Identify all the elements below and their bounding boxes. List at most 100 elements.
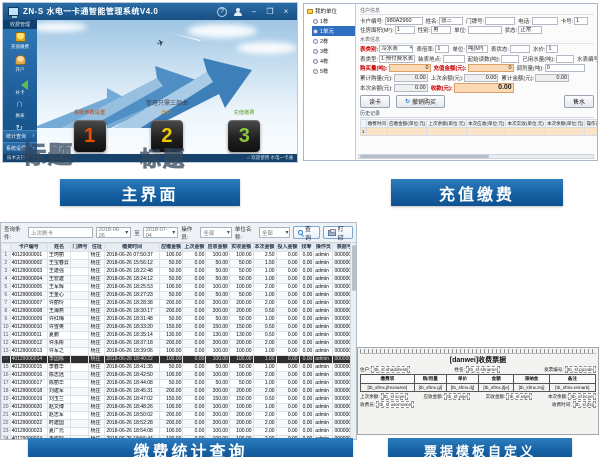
field-input[interactable] <box>485 17 515 25</box>
user-icon[interactable] <box>233 7 243 17</box>
date-to-picker[interactable]: 2018-07-04 <box>143 227 179 238</box>
stats-row[interactable]: 740129000007许丽玲杨庄2018-06-26 18:28:38200.… <box>2 300 356 308</box>
field-input[interactable]: 0 <box>389 64 431 72</box>
sell-water-button[interactable]: 售水 <box>564 95 594 108</box>
stats-row[interactable]: 2140129000021赵志军杨庄2018-06-26 18:50:02200… <box>2 412 356 420</box>
field-input[interactable]: 正常 <box>518 26 542 34</box>
receipt-code-cell[interactable]: [tb_sfmx.remark] <box>549 384 595 392</box>
query-button[interactable]: 查询 <box>293 226 320 239</box>
stats-row[interactable]: 1740129000017陈丽华杨庄2018-06-26 18:44:0850.… <box>2 380 356 388</box>
receipt-code-cell[interactable]: [tb_sfmx.gl] <box>414 384 446 392</box>
minimize-icon[interactable]: – <box>249 7 259 17</box>
receipt-field-code[interactable]: [tb_sf.pjcode] <box>565 366 596 373</box>
receipt-code-cell[interactable]: [tb_sfmx.jfmxname] <box>361 384 415 392</box>
field-input[interactable]: 冷水表 <box>379 45 413 53</box>
sidebar-item-换表[interactable]: 换表 <box>3 98 37 121</box>
receipt-field-code[interactable]: [tb_sf.jfsj] <box>573 401 596 408</box>
read-card-button[interactable]: 读卡 <box>360 95 390 108</box>
sidebar-item-开户[interactable]: 开户 <box>3 52 37 75</box>
receipt-field-code[interactable]: [tb_sf.username] <box>376 401 414 408</box>
receipt-field-code[interactable]: [tb_sf.scye] <box>381 393 408 400</box>
field-input[interactable] <box>510 45 530 53</box>
sidebar-item-补卡[interactable]: 补卡 <box>3 75 37 98</box>
field-input[interactable]: 1:预付费水表 <box>379 55 415 63</box>
sidebar-item-充值缴费[interactable]: 充值缴费 <box>3 29 37 52</box>
receipt-code-cell[interactable]: [tb_sfmx.jfje] <box>479 384 514 392</box>
stats-row[interactable]: 940129000009许红梅杨庄2018-06-26 18:31:4850.0… <box>2 316 356 324</box>
field-input[interactable]: 1 <box>546 45 558 53</box>
step-number-box[interactable]: 1 <box>74 120 106 152</box>
receipt-field-code[interactable]: [tb_sf.shaddress] <box>371 366 410 373</box>
operator-select[interactable]: 全部 <box>200 227 232 238</box>
date-from-picker[interactable]: 2018-06-26 <box>96 227 132 238</box>
print-button[interactable]: 打印 <box>323 226 353 239</box>
field-input[interactable]: 0.00 <box>464 74 498 82</box>
stats-row[interactable]: 1440129000014李国栋杨庄2018-06-26 18:40:22100… <box>2 356 356 364</box>
field-input[interactable] <box>468 26 502 34</box>
field-input[interactable]: 0 <box>545 64 585 72</box>
field-input[interactable]: 0.00 <box>394 74 428 82</box>
stats-row[interactable]: 340129000003王建强杨庄2018-06-26 18:22:4850.0… <box>2 268 356 276</box>
stats-row[interactable]: 540129000005王军辉杨庄2018-06-26 18:25:53100.… <box>2 284 356 292</box>
tab-history[interactable]: 历史记录 <box>360 110 594 118</box>
receipt-code-cell[interactable]: [tb_sfmx.dj] <box>446 384 478 392</box>
tree-node-icon <box>313 29 318 34</box>
stats-cell: 杨庄 <box>89 276 105 284</box>
stats-row[interactable]: 1640129000016陈志远杨庄2018-06-26 18:42:50100… <box>2 372 356 380</box>
maximize-icon[interactable]: ❐ <box>265 7 275 17</box>
field-input[interactable]: 0.00 <box>535 74 569 82</box>
field-input[interactable]: 0.00 <box>394 84 428 92</box>
field-input[interactable] <box>556 55 574 63</box>
stats-row[interactable]: 1040129000010许雪英杨庄2018-06-26 18:33:20150… <box>2 324 356 332</box>
unit-select[interactable]: 全部 <box>259 227 291 238</box>
tree-item-5栋[interactable]: 5栋 <box>312 66 355 76</box>
field-input[interactable]: 吨(M³) <box>466 45 488 53</box>
field-input[interactable]: 0.00 <box>454 83 514 93</box>
history-row[interactable]: 1 <box>361 128 599 136</box>
close-icon[interactable]: × <box>281 7 291 17</box>
receipt-code-cell[interactable]: [tb_sfmx.znj] <box>514 384 549 392</box>
stats-row[interactable]: 1540129000015李春华杨庄2018-06-26 18:41:3550.… <box>2 364 356 372</box>
tree-item-4栋[interactable]: 4栋 <box>312 56 355 66</box>
sidebar-top-tab[interactable]: 收费管理 <box>3 20 37 29</box>
receipt-field-code[interactable]: [tb_sf.ssje] <box>506 393 532 400</box>
field-input[interactable] <box>501 55 519 63</box>
receipt-title[interactable]: [danwei]收费票据 <box>360 355 596 365</box>
stats-row[interactable]: 240129000002王宝春云杨庄2018-06-26 15:56:1250.… <box>2 260 356 268</box>
stats-row[interactable]: 640129000006王金心杨庄2018-06-26 18:27:2350.0… <box>2 292 356 300</box>
tree-item-1栋[interactable]: 1栋 <box>312 16 355 26</box>
vertical-scrollbar[interactable] <box>350 243 356 439</box>
receipt-field-code[interactable]: [tb_sf.shname] <box>466 366 500 373</box>
stats-row[interactable]: 2340129000023夏广元杨庄2018-06-26 18:54:08100… <box>2 428 356 436</box>
stats-row[interactable]: 1340129000013许军之杨庄2018-06-26 18:39:06100… <box>2 348 356 356</box>
stats-row[interactable]: 140129000001王珂丽杨庄2018-06-26 07:50:37100.… <box>2 252 356 260</box>
undo-purchase-button[interactable]: ↻ 撤销购买 <box>396 95 445 108</box>
stats-row[interactable]: 2240129000022时建国杨庄2018-06-26 18:52:28200… <box>2 420 356 428</box>
field-input[interactable]: 980A2960 <box>385 17 423 25</box>
stats-row[interactable]: 1940129000019刘玉兰杨庄2018-06-26 18:47:02150… <box>2 396 356 404</box>
field-input[interactable] <box>443 55 465 63</box>
receipt-field-code[interactable]: [tb_sf.bcye] <box>568 393 596 400</box>
help-icon[interactable]: ? <box>217 7 227 17</box>
horizontal-scrollbar[interactable] <box>358 154 594 159</box>
stats-row[interactable]: 840129000008王海燕杨庄2018-06-26 18:30:17200.… <box>2 308 356 316</box>
field-input[interactable]: 张三 <box>439 17 463 25</box>
field-input[interactable]: 1 <box>574 17 588 25</box>
tree-item-3栋[interactable]: 3栋 <box>312 46 355 56</box>
receipt-field-code[interactable]: [tb_sf.ysje] <box>444 393 470 400</box>
stats-row[interactable]: 1840129000018刘建军杨庄2018-06-26 18:45:31200… <box>2 388 356 396</box>
tree-item-2栋[interactable]: 2栋 <box>312 36 355 46</box>
field-input[interactable] <box>532 17 558 25</box>
field-input[interactable]: 1 <box>395 26 415 34</box>
stats-row[interactable]: 1240129000012许永彬杨庄2018-06-26 18:37:18200… <box>2 340 356 348</box>
step-number-box[interactable]: 3 <box>228 120 260 152</box>
field-input[interactable]: 0 <box>468 64 514 72</box>
tree-root[interactable]: 我的单位 <box>306 6 355 16</box>
search-input[interactable]: 上次刷卡 <box>28 227 93 238</box>
stats-row[interactable]: 2040129000020赵文博杨庄2018-06-26 18:48:26100… <box>2 404 356 412</box>
field-input[interactable]: 1 <box>435 45 449 53</box>
tree-item-1单元[interactable]: 1单元 <box>312 26 355 36</box>
stats-row[interactable]: 440129000004王宏建杨庄2018-06-26 18:24:1250.0… <box>2 276 356 284</box>
stats-row[interactable]: 1140129000011夏鹏杨庄2018-06-26 18:35:14130.… <box>2 332 356 340</box>
field-input[interactable]: 男 <box>431 26 451 34</box>
